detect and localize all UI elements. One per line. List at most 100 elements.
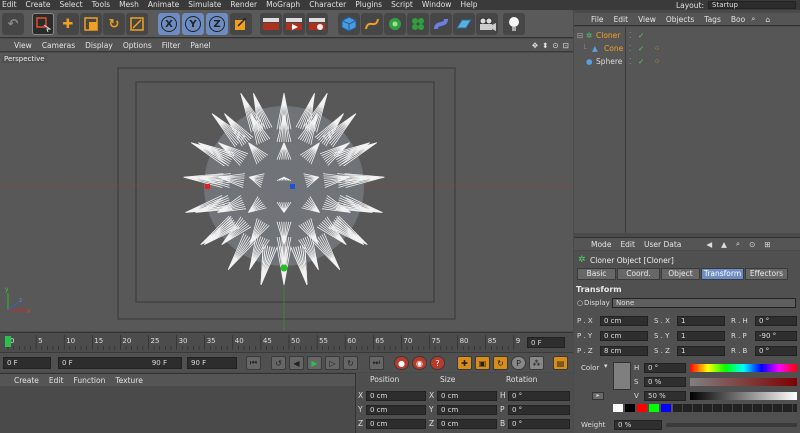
param-rb-field[interactable]: 0 ° — [755, 346, 797, 356]
render-view-icon[interactable] — [260, 13, 282, 35]
menu-tools[interactable]: Tools — [92, 0, 110, 10]
viewport-menu-display[interactable]: Display — [85, 41, 113, 50]
visibility-dots-icon[interactable]: ⁚ — [629, 30, 631, 42]
render-settings-icon[interactable] — [306, 13, 328, 35]
viewport-move-icon[interactable]: ✥ — [532, 41, 538, 50]
go-to-end-icon[interactable]: ⏭ — [369, 356, 384, 370]
viewport-menu-view[interactable]: View — [14, 41, 32, 50]
viewport-rotate-icon[interactable]: ⊙ — [552, 41, 558, 50]
display-radio-icon[interactable]: ○ — [577, 299, 583, 307]
param-rp-field[interactable]: -90 ° — [755, 331, 797, 341]
om-menu-tags[interactable]: Tags — [704, 15, 721, 24]
display-dropdown[interactable]: None — [612, 298, 796, 308]
next-frame-icon[interactable]: ▷ — [325, 356, 340, 370]
object-name-sphere[interactable]: Sphere — [596, 56, 622, 68]
coord-pos-z-field[interactable]: 0 cm — [366, 419, 426, 429]
up-arrow-icon[interactable]: ▲ — [721, 240, 727, 249]
tab-coord[interactable]: Coord. — [617, 268, 660, 280]
coord-size-y-field[interactable]: 0 cm — [437, 405, 497, 415]
playhead-icon[interactable] — [5, 336, 11, 347]
lock-icon[interactable]: ⊙ — [749, 240, 755, 249]
coord-rot-b-field[interactable]: 0 ° — [508, 419, 570, 429]
param-px-field[interactable]: 0 cm — [600, 316, 648, 326]
material-list-area[interactable] — [0, 387, 355, 433]
tab-transform[interactable]: Transform — [701, 268, 744, 280]
viewport-zoom-icon[interactable]: ⬍ — [542, 41, 548, 50]
coord-size-z-field[interactable]: 0 cm — [437, 419, 497, 429]
scale-icon[interactable] — [80, 13, 102, 35]
swatch-blue[interactable] — [661, 404, 671, 412]
menu-character[interactable]: Character — [309, 0, 346, 10]
menu-animate[interactable]: Animate — [148, 0, 179, 10]
preview-range-slider[interactable]: 0 F 90 F — [58, 357, 182, 369]
material-menu-edit[interactable]: Edit — [49, 376, 64, 385]
key-position-icon[interactable]: ✚ — [457, 356, 472, 370]
swatch-white[interactable] — [613, 404, 623, 412]
weight-slider[interactable] — [666, 423, 797, 427]
om-menu-objects[interactable]: Objects — [666, 15, 694, 24]
viewport-menu-panel[interactable]: Panel — [190, 41, 210, 50]
z-handle-icon[interactable] — [290, 184, 295, 189]
y-handle-icon[interactable] — [280, 264, 288, 272]
param-sx-field[interactable]: 1 — [677, 316, 725, 326]
render-picture-viewer-icon[interactable] — [283, 13, 305, 35]
collapse-icon[interactable]: ⊟ — [577, 30, 583, 42]
tab-effectors[interactable]: Effectors — [745, 268, 788, 280]
param-pz-field[interactable]: 8 cm — [600, 346, 648, 356]
timeline-ruler[interactable]: 051015202530354045505560657075808590 0 F — [0, 332, 573, 352]
coord-rot-h-field[interactable]: 0 ° — [508, 391, 570, 401]
menu-window[interactable]: Window — [422, 0, 452, 10]
back-arrow-icon[interactable]: ◀ — [706, 240, 712, 249]
coordinate-system-icon[interactable] — [230, 13, 252, 35]
swatch-grayscale[interactable] — [673, 404, 797, 412]
coord-rot-p-field[interactable]: 0 ° — [508, 405, 570, 415]
om-menu-file[interactable]: File — [591, 15, 604, 24]
timeline-window-icon[interactable]: ▤ — [553, 356, 568, 370]
autokey-icon[interactable]: ◉ — [412, 356, 427, 370]
saturation-slider[interactable] — [690, 378, 797, 386]
phong-tag-icon[interactable]: ⁘ — [654, 56, 660, 68]
param-rh-field[interactable]: 0 ° — [755, 316, 797, 326]
spline-pen-icon[interactable] — [361, 13, 383, 35]
om-search-icon[interactable]: ⌕ — [751, 14, 755, 24]
camera-icon[interactable] — [476, 13, 498, 35]
visibility-dots-icon[interactable]: ⁚ — [629, 43, 631, 55]
viewport-toggle-icon[interactable]: ⊡ — [563, 41, 569, 50]
saturation-field[interactable]: 0 % — [644, 377, 686, 387]
coord-pos-x-field[interactable]: 0 cm — [366, 391, 426, 401]
key-point-level-icon[interactable]: ⁂ — [529, 356, 544, 370]
deformer-icon[interactable] — [430, 13, 452, 35]
object-row-cloner[interactable]: ⊟ ✲ Cloner ⁚ ✓ — [574, 30, 800, 42]
mograph-cloner-icon[interactable] — [407, 13, 429, 35]
nurbs-icon[interactable] — [384, 13, 406, 35]
coord-size-x-field[interactable]: 0 cm — [437, 391, 497, 401]
x-handle-icon[interactable] — [205, 184, 210, 189]
move-icon[interactable]: ✚ — [57, 13, 79, 35]
color-picker-mode-icon[interactable]: ▸ — [592, 392, 604, 400]
am-menu-user-data[interactable]: User Data — [644, 240, 681, 249]
enabled-check-icon[interactable]: ✓ — [638, 43, 644, 55]
viewport-menu-options[interactable]: Options — [123, 41, 152, 50]
scene-floor-icon[interactable] — [453, 13, 475, 35]
perspective-viewport[interactable]: y x z Perspective — [0, 53, 573, 331]
menu-edit[interactable]: Edit — [2, 0, 17, 10]
object-name-cone[interactable]: Cone — [604, 43, 623, 55]
search-icon[interactable]: ⌕ — [736, 239, 740, 249]
menu-select[interactable]: Select — [59, 0, 82, 10]
new-panel-icon[interactable]: ⊞ — [764, 240, 770, 249]
value-slider[interactable] — [690, 392, 797, 400]
hue-slider[interactable] — [690, 364, 797, 372]
tab-basic[interactable]: Basic — [577, 268, 616, 280]
visibility-dots-icon[interactable]: ⁚ — [629, 56, 631, 68]
record-icon[interactable]: ● — [394, 356, 409, 370]
cube-object-icon[interactable] — [338, 13, 360, 35]
z-axis-lock-button[interactable]: Z — [206, 13, 228, 35]
menu-script[interactable]: Script — [391, 0, 413, 10]
menu-mesh[interactable]: Mesh — [119, 0, 139, 10]
start-frame-field[interactable]: 0 F — [3, 357, 51, 369]
color-swatch[interactable] — [613, 362, 631, 390]
object-name-cloner[interactable]: Cloner — [596, 30, 620, 42]
current-frame-field[interactable]: 0 F — [527, 337, 565, 348]
menu-plugins[interactable]: Plugins — [355, 0, 382, 10]
live-selection-icon[interactable] — [32, 13, 54, 35]
